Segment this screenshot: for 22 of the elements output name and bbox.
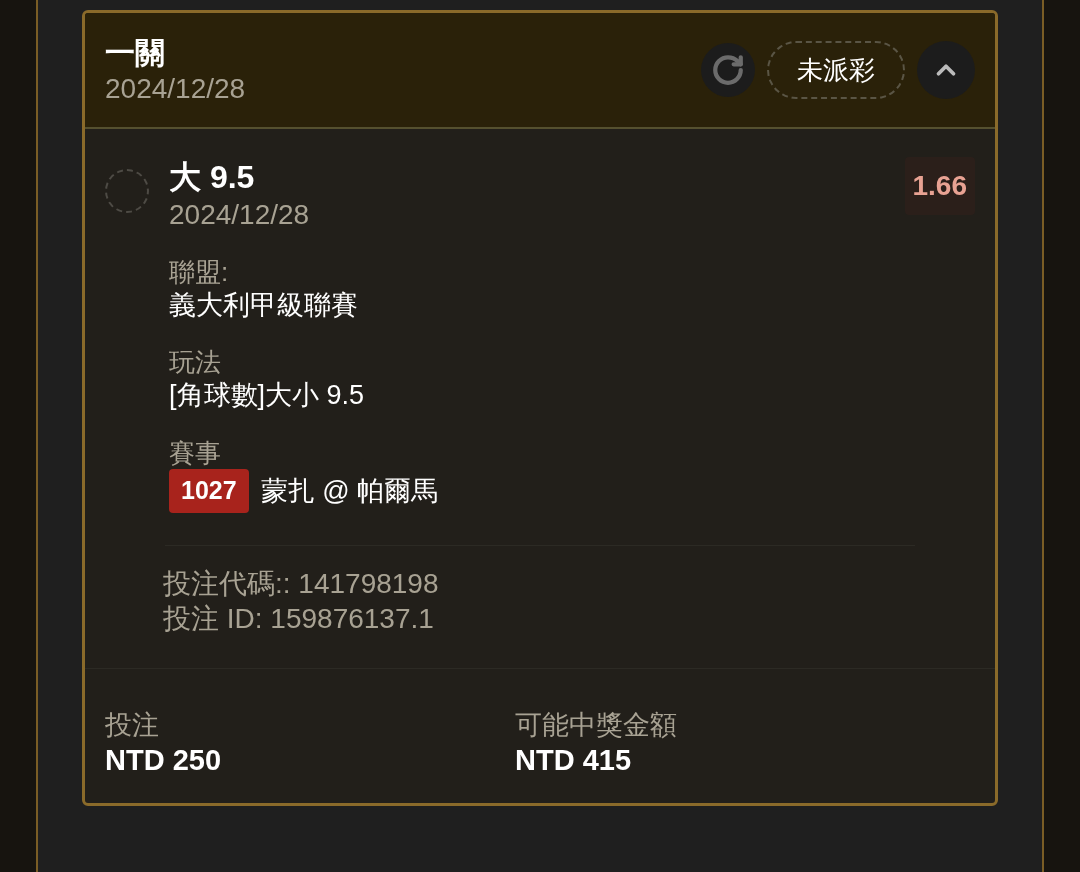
selection-radio[interactable]: [105, 169, 149, 213]
total-label: 投注: [105, 708, 160, 742]
total-label: 可能中獎金額: [515, 708, 678, 742]
selection-name: 大 9.5: [169, 158, 256, 197]
bet-type-title: 一關: [105, 34, 166, 71]
field-value: [角球數]大小 9.5: [169, 378, 366, 412]
field-label: 玩法: [169, 346, 222, 379]
bet-code: 投注代碼:: 141798198: [163, 566, 440, 601]
status-badge: 未派彩: [767, 41, 905, 99]
field-value: 義大利甲級聯賽: [169, 288, 359, 322]
selection-date: 2024/12/28: [169, 198, 311, 232]
field-label: 賽事: [169, 436, 222, 469]
field-label: 聯盟:: [169, 256, 230, 289]
bet-date: 2024/12/28: [105, 72, 247, 107]
match-teams: 蒙扎 @ 帕爾馬: [260, 474, 439, 508]
refresh-icon: [711, 53, 745, 87]
match-number-badge: 1027: [169, 469, 249, 513]
total-value: NTD 415: [515, 743, 633, 779]
total-value: NTD 250: [105, 743, 223, 779]
bet-id: 投注 ID: 159876137.1: [163, 601, 435, 636]
refresh-button[interactable]: [701, 43, 755, 97]
odds-value: 1.66: [904, 157, 975, 215]
